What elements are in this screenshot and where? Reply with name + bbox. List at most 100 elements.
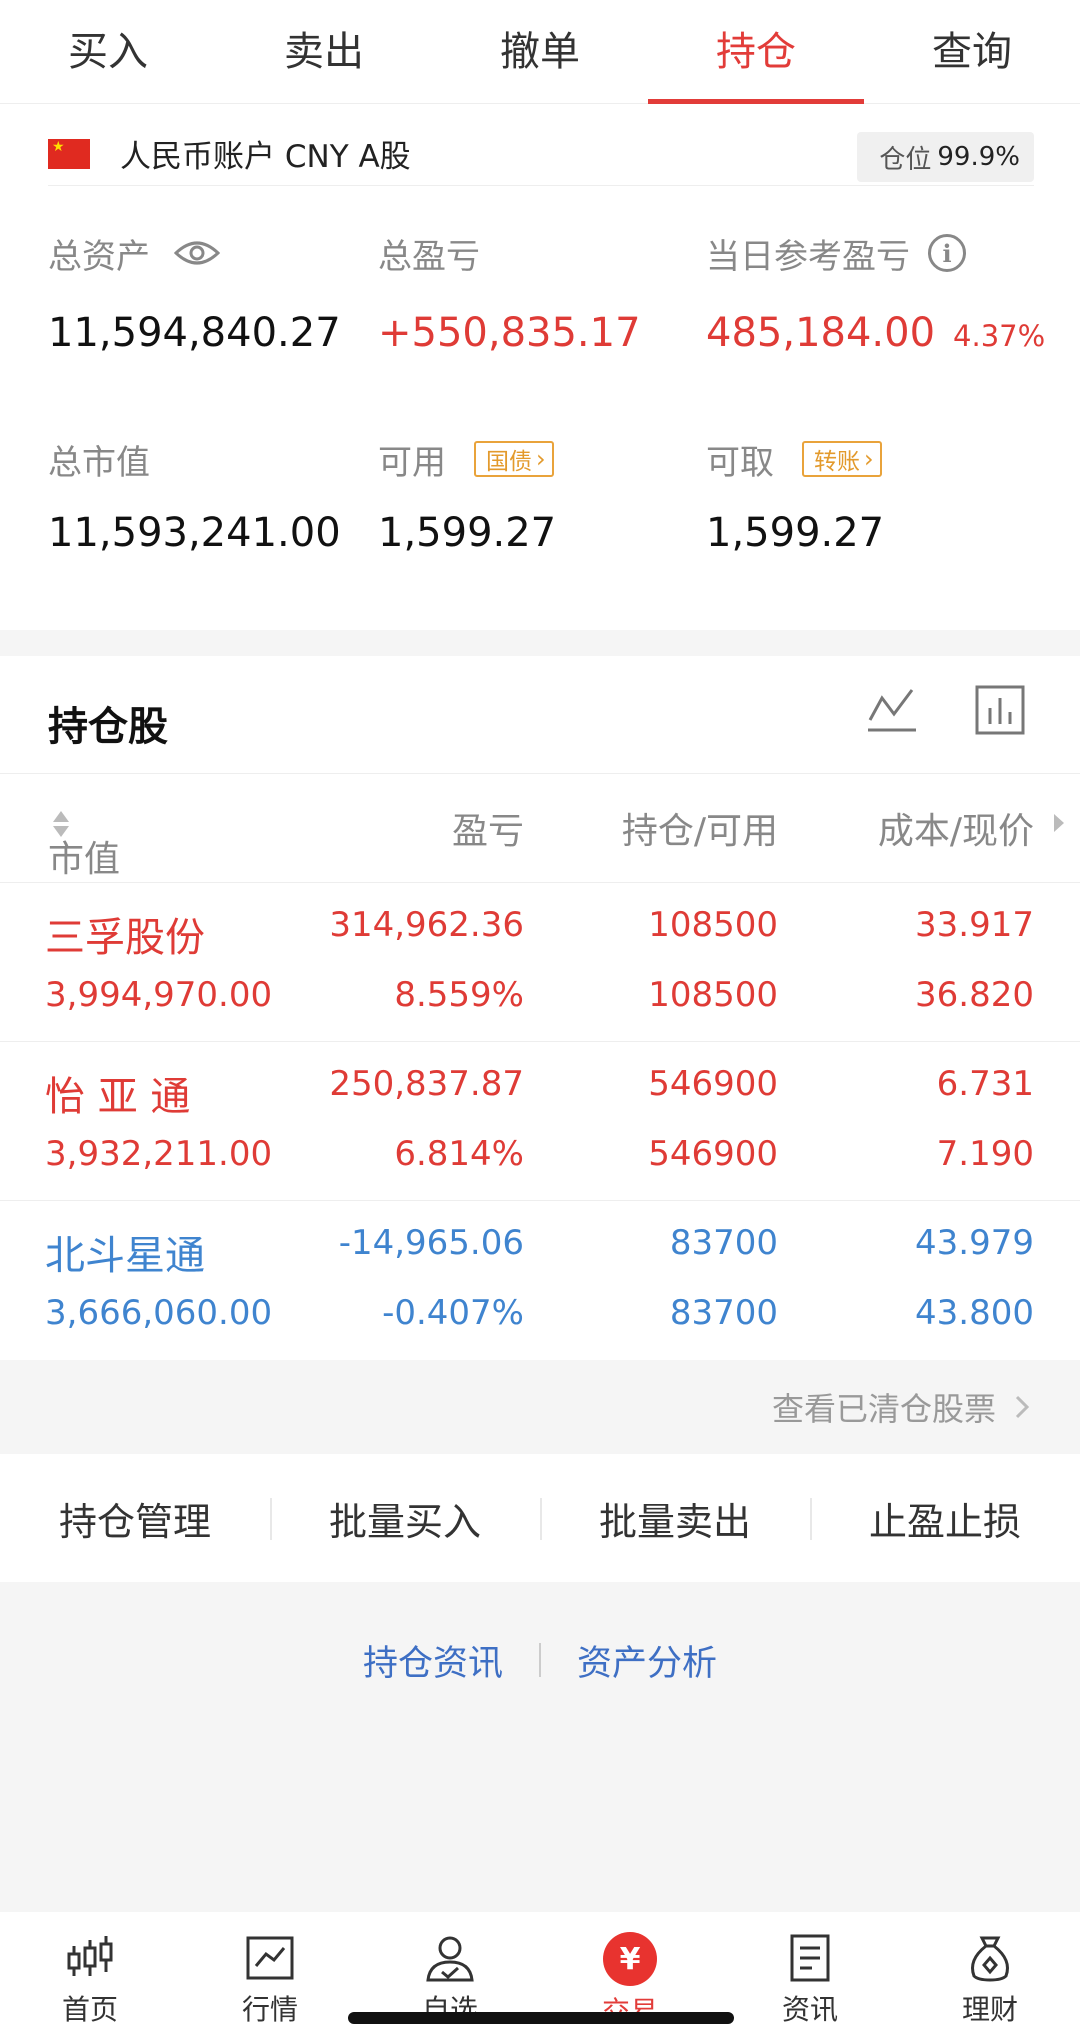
yuan-icon: ¥: [603, 1932, 657, 1986]
stock-position: 83700: [669, 1223, 778, 1263]
stock-price: 43.800: [915, 1293, 1034, 1333]
stock-position: 108500: [648, 905, 778, 945]
transfer-label: 转账: [814, 449, 860, 475]
account-name: 人民币账户 CNY A股: [120, 139, 411, 175]
total-assets-label: 总资产: [48, 236, 150, 277]
position-ratio-value: 99.9%: [937, 142, 1020, 172]
stock-market-value: 3,994,970.00: [45, 975, 273, 1015]
holdings-news-link[interactable]: 持仓资讯: [363, 1635, 503, 1686]
position-management-button[interactable]: 持仓管理: [0, 1454, 270, 1582]
nav-wealth-label: 理财: [961, 1993, 1018, 2026]
batch-sell-button[interactable]: 批量卖出: [540, 1454, 810, 1582]
holdings-section: 持仓股 市值 盈亏 持仓/可用 成本/现价 三孚股份 3,994,970.00 …: [0, 656, 1080, 1360]
stock-profit-loss: 250,837.87: [329, 1064, 524, 1104]
stock-price: 7.190: [936, 1134, 1034, 1174]
money-bag-icon: [971, 1936, 1009, 1982]
nav-wealth[interactable]: 理财: [900, 1912, 1080, 2031]
nav-home[interactable]: 首页: [0, 1912, 180, 2031]
link-divider: [539, 1643, 541, 1677]
total-pl: 总盈亏 +550,835.17: [378, 228, 641, 357]
column-market-value: 市值: [48, 839, 121, 880]
info-icon[interactable]: i: [928, 234, 966, 272]
nav-news[interactable]: 资讯: [720, 1912, 900, 2031]
document-icon: [790, 1934, 830, 1982]
market-value: 总市值 11,593,241.00: [48, 434, 341, 557]
stock-cost: 33.917: [915, 905, 1034, 945]
table-row[interactable]: 怡 亚 通 3,932,211.00 250,837.87 6.814% 546…: [0, 1042, 1080, 1201]
holdings-actions: 持仓管理 批量买入 批量卖出 止盈止损: [0, 1454, 1080, 1582]
position-ratio-badge: 仓位 99.9%: [857, 132, 1034, 182]
bar-chart-icon[interactable]: [974, 684, 1026, 736]
stock-name: 怡 亚 通: [45, 1074, 191, 1120]
withdrawable-funds: 可取 转账 › 1,599.27: [706, 434, 884, 556]
scroll-right-icon[interactable]: [1052, 812, 1066, 834]
eye-icon[interactable]: [174, 238, 220, 268]
tab-query[interactable]: 查询: [864, 0, 1080, 104]
account-row[interactable]: 人民币账户 CNY A股 仓位 99.9%: [48, 122, 1034, 186]
withdrawable-value: 1,599.27: [706, 510, 885, 556]
treasury-bond-button[interactable]: 国债 ›: [474, 441, 554, 477]
table-row[interactable]: 北斗星通 3,666,060.00 -14,965.06 -0.407% 837…: [0, 1201, 1080, 1360]
total-assets: 总资产 11,594,840.27: [48, 228, 341, 357]
batch-buy-button[interactable]: 批量买入: [270, 1454, 540, 1582]
transfer-button[interactable]: 转账 ›: [802, 441, 882, 477]
holdings-column-header: 市值 盈亏 持仓/可用 成本/现价: [0, 773, 1080, 883]
market-value-value: 11,593,241.00: [48, 510, 341, 556]
tab-holdings[interactable]: 持仓: [648, 0, 864, 104]
trade-holdings-page: 买入 卖出 撤单 持仓 查询 人民币账户 CNY A股 仓位 99.9% 总资产…: [0, 0, 1080, 2031]
nav-news-label: 资讯: [781, 1993, 838, 2026]
chevron-right-icon: [1015, 1395, 1030, 1419]
stock-available: 546900: [648, 1134, 778, 1174]
table-row[interactable]: 三孚股份 3,994,970.00 314,962.36 8.559% 1085…: [0, 883, 1080, 1042]
tab-buy[interactable]: 买入: [0, 0, 216, 104]
position-ratio-label: 仓位: [879, 144, 932, 175]
stock-market-value: 3,666,060.00: [45, 1293, 273, 1333]
stock-profit-loss: 314,962.36: [329, 905, 524, 945]
stock-profit-loss-pct: 8.559%: [394, 975, 524, 1015]
cleared-stocks-link[interactable]: 查看已清仓股票: [772, 1384, 1030, 1430]
nav-market-label: 行情: [241, 1993, 298, 2026]
treasury-bond-label: 国债: [486, 449, 532, 475]
stock-market-value: 3,932,211.00: [45, 1134, 273, 1174]
candlestick-icon: [67, 1936, 113, 1976]
available-funds: 可用 国债 › 1,599.27: [378, 434, 556, 556]
column-profit-loss[interactable]: 盈亏: [452, 802, 524, 854]
holdings-title: 持仓股: [48, 704, 168, 750]
stock-available: 108500: [648, 975, 778, 1015]
daily-pl: 当日参考盈亏 i 485,184.00 4.37%: [706, 228, 1045, 356]
total-pl-label: 总盈亏: [378, 236, 480, 277]
withdrawable-label: 可取: [706, 442, 774, 483]
tab-sell[interactable]: 卖出: [216, 0, 432, 104]
asset-analysis-link[interactable]: 资产分析: [577, 1635, 717, 1686]
stock-price: 36.820: [915, 975, 1034, 1015]
stock-profit-loss-pct: -0.407%: [382, 1293, 524, 1333]
stock-cost: 6.731: [936, 1064, 1034, 1104]
stock-available: 83700: [669, 1293, 778, 1333]
home-indicator[interactable]: [348, 2012, 734, 2024]
nav-home-label: 首页: [61, 1993, 118, 2026]
total-pl-value: +550,835.17: [378, 310, 641, 356]
column-cost-price[interactable]: 成本/现价: [878, 802, 1034, 854]
available-label: 可用: [378, 442, 446, 483]
person-check-icon: [426, 1936, 474, 1982]
stock-profit-loss-pct: 6.814%: [394, 1134, 524, 1174]
chevron-right-icon: ›: [864, 445, 874, 473]
column-position[interactable]: 持仓/可用: [622, 802, 778, 854]
cleared-stocks-label: 查看已清仓股票: [771, 1390, 996, 1428]
trade-tabs: 买入 卖出 撤单 持仓 查询: [0, 0, 1080, 104]
line-chart-icon[interactable]: [866, 684, 918, 736]
chevron-right-icon: ›: [536, 445, 546, 473]
take-profit-stop-loss-button[interactable]: 止盈止损: [810, 1454, 1080, 1582]
china-flag-icon: [48, 138, 90, 169]
sort-market-value-button[interactable]: 市值: [48, 802, 120, 880]
total-assets-value: 11,594,840.27: [48, 310, 341, 356]
nav-market[interactable]: 行情: [180, 1912, 360, 2031]
account-summary: 人民币账户 CNY A股 仓位 99.9% 总资产 11,594,840.27 …: [0, 104, 1080, 630]
tab-cancel[interactable]: 撤单: [432, 0, 648, 104]
info-links: 持仓资讯 资产分析: [0, 1620, 1080, 1700]
stock-name: 北斗星通: [45, 1233, 205, 1279]
market-value-label: 总市值: [48, 442, 150, 483]
daily-pl-label: 当日参考盈亏: [706, 236, 910, 277]
cleared-stocks-bar: 查看已清仓股票: [0, 1360, 1080, 1454]
nav-trade-label: 交易: [602, 1990, 658, 2030]
